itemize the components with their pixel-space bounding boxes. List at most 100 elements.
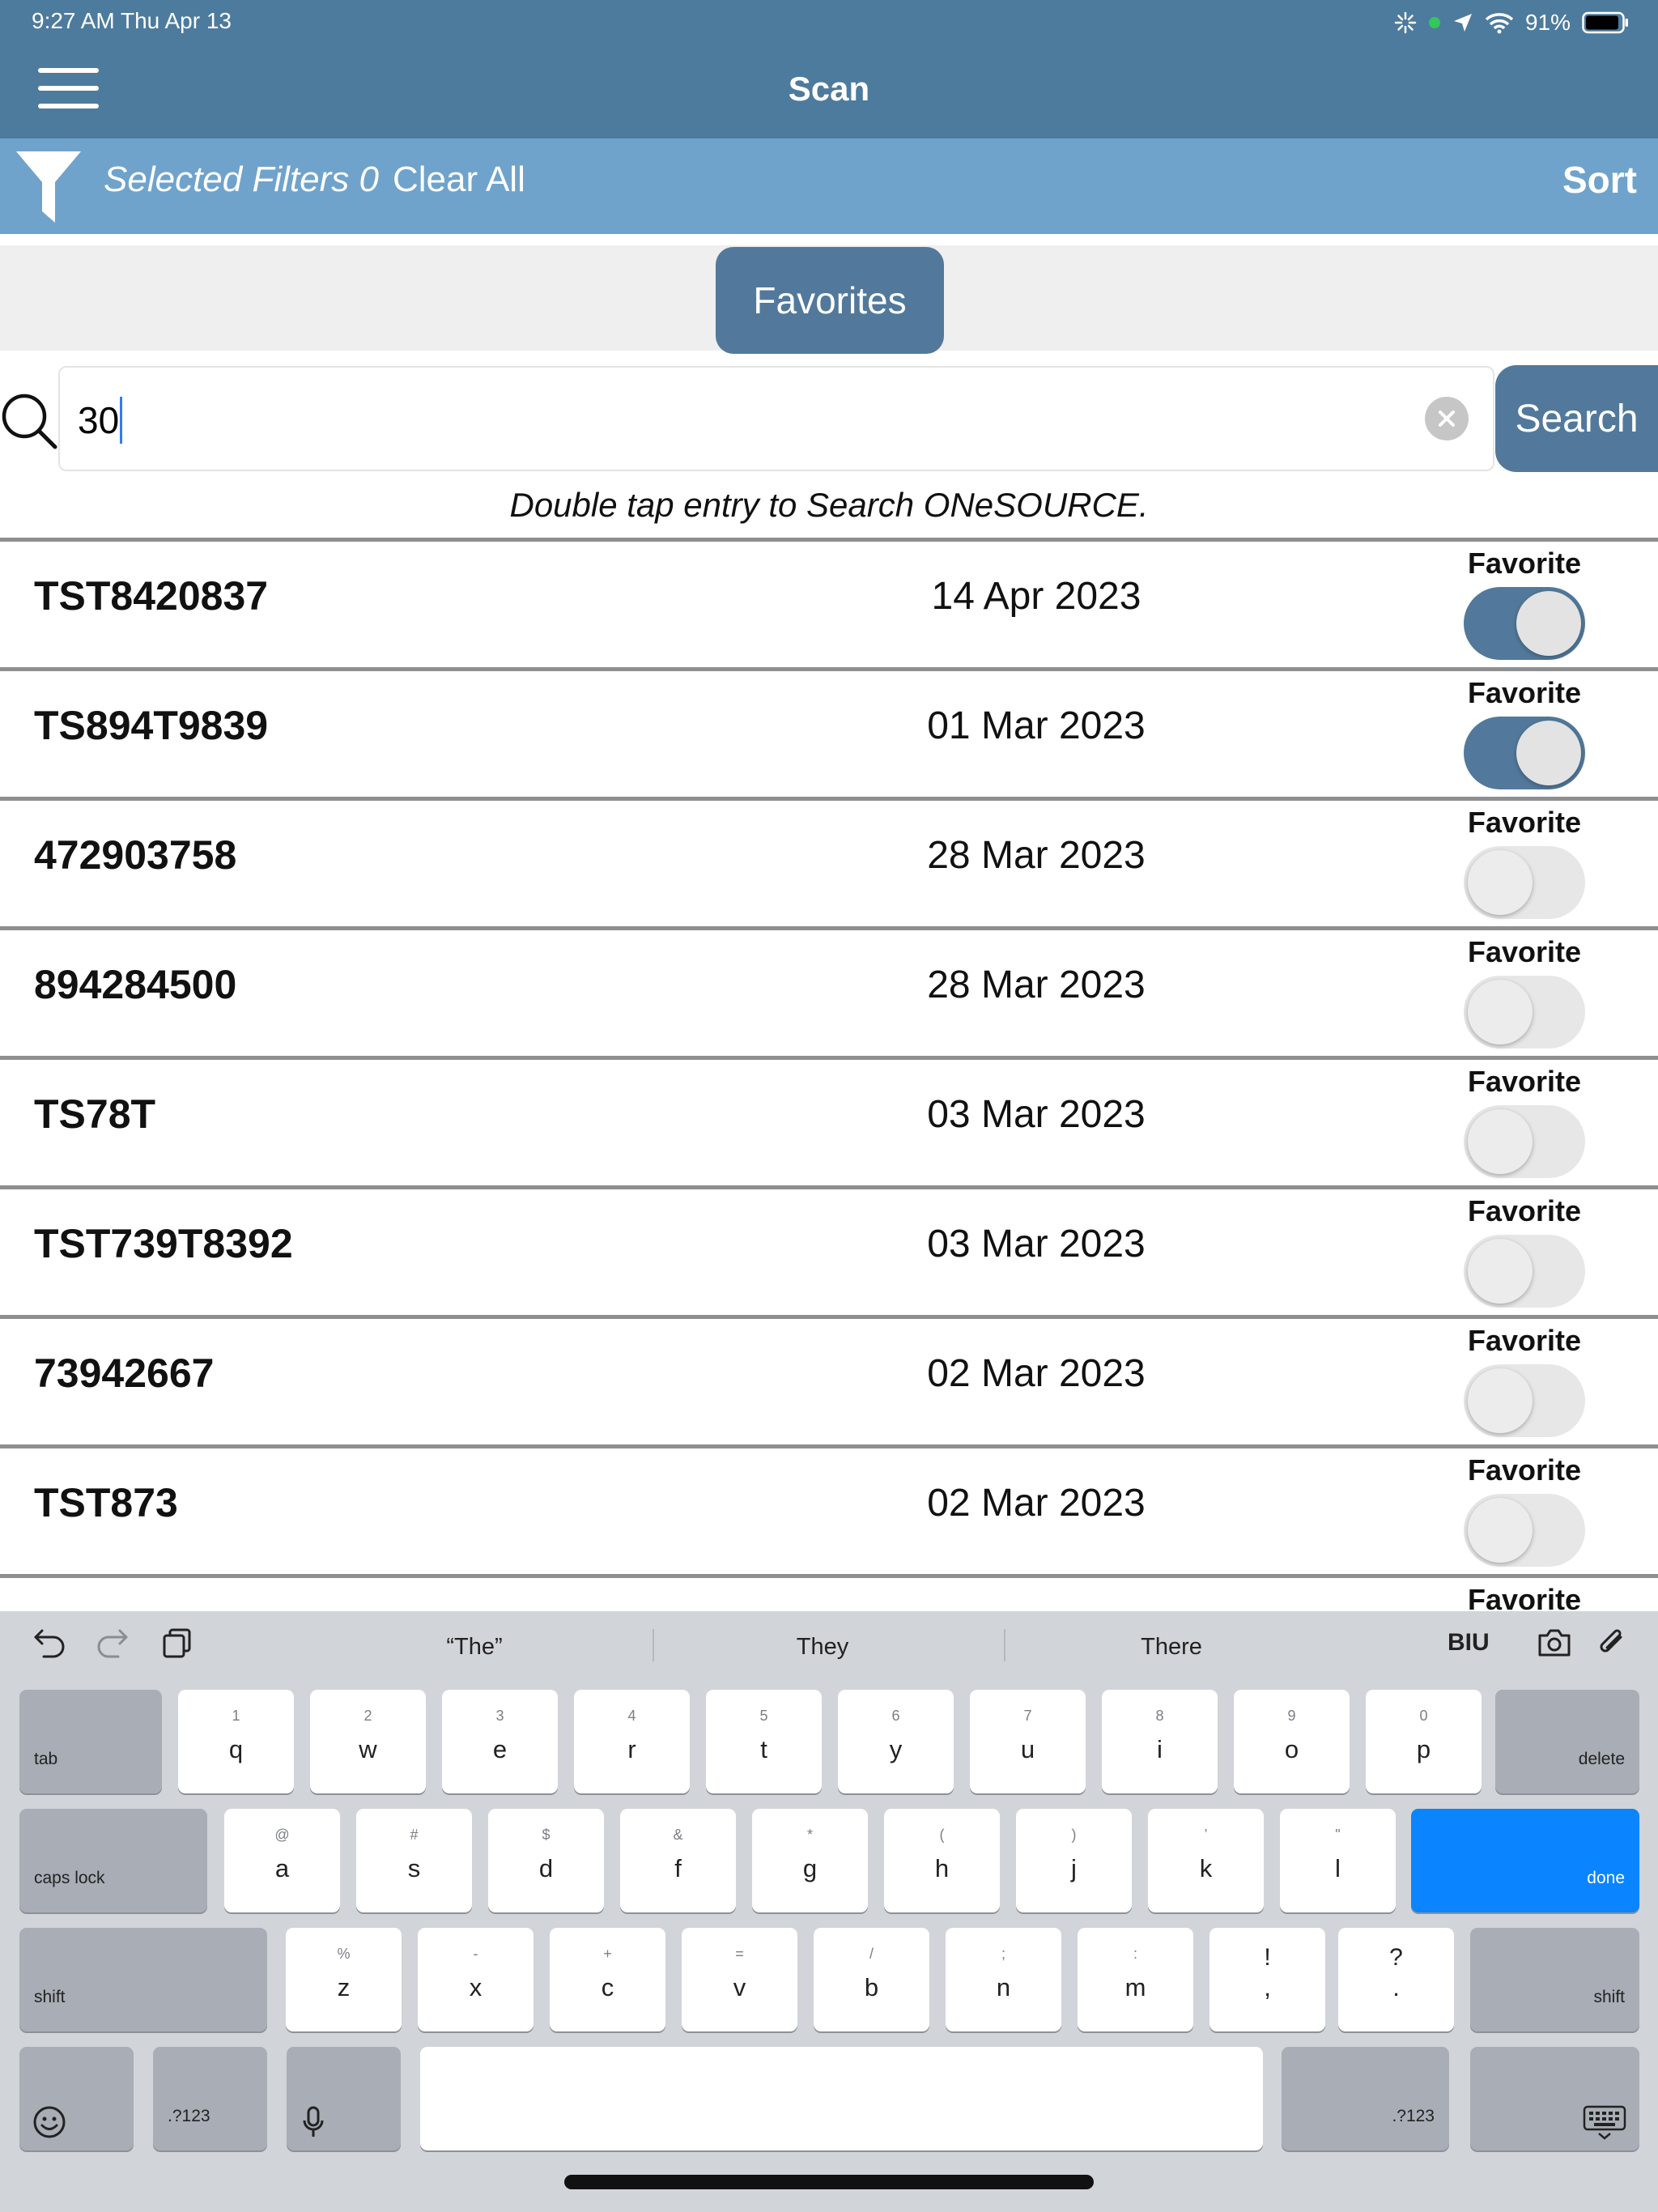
key-v[interactable]: = v bbox=[682, 1928, 797, 2031]
suggestion-item[interactable]: “The” bbox=[353, 1634, 596, 1661]
key-label: .?123 bbox=[168, 2107, 210, 2125]
favorite-toggle[interactable] bbox=[1464, 717, 1585, 789]
favorite-toggle[interactable] bbox=[1464, 1494, 1585, 1567]
key-a[interactable]: @ a bbox=[224, 1809, 340, 1912]
key-label: delete bbox=[1578, 1750, 1625, 1768]
item-id: TST739T8392 bbox=[34, 1221, 293, 1266]
list-item[interactable]: TS894T9839 01 Mar 2023 Favorite bbox=[0, 667, 1658, 797]
home-indicator[interactable] bbox=[564, 2175, 1094, 2189]
key-l[interactable]: " l bbox=[1280, 1809, 1396, 1912]
delete-key[interactable]: delete bbox=[1495, 1690, 1639, 1793]
shift-left-key[interactable]: shift bbox=[19, 1928, 267, 2031]
key-r[interactable]: 4r bbox=[574, 1690, 690, 1793]
key-label: shift bbox=[34, 1988, 66, 2006]
item-id: TS894T9839 bbox=[34, 703, 269, 748]
key-s[interactable]: # s bbox=[356, 1809, 472, 1912]
key-x[interactable]: -x bbox=[418, 1928, 534, 2031]
key-comma[interactable]: !, bbox=[1209, 1928, 1325, 2031]
key-q[interactable]: 1q bbox=[178, 1690, 294, 1793]
key-i[interactable]: 8i bbox=[1102, 1690, 1218, 1793]
key-f[interactable]: & f bbox=[620, 1809, 736, 1912]
key-label: g bbox=[802, 1854, 818, 1882]
key-alt-label: 4 bbox=[627, 1708, 636, 1724]
item-id: TS78T bbox=[34, 1091, 156, 1137]
clear-all-button[interactable]: Clear All bbox=[393, 160, 525, 200]
list-item[interactable]: TST873 02 Mar 2023 Favorite bbox=[0, 1444, 1658, 1574]
key-label: w bbox=[359, 1735, 377, 1763]
key-h[interactable]: (h bbox=[884, 1809, 1000, 1912]
list-item[interactable]: TST739T8392 03 Mar 2023 Favorite bbox=[0, 1185, 1658, 1315]
key-j[interactable]: ) j bbox=[1016, 1809, 1132, 1912]
hide-keyboard-key[interactable] bbox=[1470, 2047, 1639, 2150]
key-label: tab bbox=[34, 1750, 58, 1768]
key-y[interactable]: 6y bbox=[838, 1690, 954, 1793]
item-id: 472903758 bbox=[34, 832, 237, 878]
key-e[interactable]: 3e bbox=[442, 1690, 558, 1793]
list-item[interactable]: 894284500 28 Mar 2023 Favorite bbox=[0, 926, 1658, 1056]
key-alt-label: " bbox=[1335, 1827, 1341, 1843]
sort-button[interactable]: Sort bbox=[1562, 158, 1637, 202]
caps-lock-key[interactable]: caps lock bbox=[19, 1809, 207, 1912]
search-input[interactable] bbox=[78, 392, 1373, 449]
key-m[interactable]: :m bbox=[1078, 1928, 1193, 2031]
battery-icon bbox=[1582, 11, 1628, 34]
search-button[interactable]: Search bbox=[1495, 365, 1658, 472]
suggestion-item[interactable]: There bbox=[1050, 1634, 1293, 1661]
key-alt-label: & bbox=[673, 1827, 683, 1843]
funnel-filter-icon[interactable] bbox=[15, 150, 83, 224]
item-date: 03 Mar 2023 bbox=[927, 1223, 1146, 1266]
shift-right-key[interactable]: shift bbox=[1470, 1928, 1639, 2031]
key-b[interactable]: / b bbox=[814, 1928, 929, 2031]
battery-percent: 91% bbox=[1524, 10, 1571, 35]
key-p[interactable]: 0p bbox=[1366, 1690, 1482, 1793]
key-z[interactable]: % z bbox=[286, 1928, 402, 2031]
clear-search-icon[interactable] bbox=[1425, 397, 1469, 440]
space-key[interactable] bbox=[420, 2047, 1263, 2150]
key-t[interactable]: 5t bbox=[706, 1690, 822, 1793]
favorite-toggle[interactable] bbox=[1464, 976, 1585, 1049]
text-format-button[interactable]: BIU bbox=[1448, 1629, 1490, 1660]
dictation-key[interactable] bbox=[287, 2047, 401, 2150]
filter-bar: Selected Filters 0 Clear All Sort bbox=[0, 138, 1658, 234]
suggestion-item[interactable]: They bbox=[701, 1634, 944, 1661]
redo-icon[interactable] bbox=[96, 1627, 130, 1658]
emoji-key[interactable] bbox=[19, 2047, 134, 2150]
key-o[interactable]: 9o bbox=[1234, 1690, 1350, 1793]
list-item[interactable]: TST8420837 14 Apr 2023 Favorite bbox=[0, 538, 1658, 667]
key-k[interactable]: ’ k bbox=[1148, 1809, 1264, 1912]
numbers-key-left[interactable]: .?123 bbox=[153, 2047, 267, 2150]
list-item[interactable]: TS78T 03 Mar 2023 Favorite bbox=[0, 1056, 1658, 1185]
list-item[interactable]: 472903758 28 Mar 2023 Favorite bbox=[0, 797, 1658, 926]
key-g[interactable]: * g bbox=[752, 1809, 868, 1912]
key-period[interactable]: ?. bbox=[1338, 1928, 1454, 2031]
favorite-toggle[interactable] bbox=[1464, 1364, 1585, 1437]
key-c[interactable]: + c bbox=[550, 1928, 665, 2031]
favorite-toggle[interactable] bbox=[1464, 1235, 1585, 1308]
toggle-knob bbox=[1468, 1239, 1533, 1304]
key-w[interactable]: 2w bbox=[310, 1690, 426, 1793]
item-date: 02 Mar 2023 bbox=[927, 1352, 1146, 1395]
paperclip-icon[interactable] bbox=[1596, 1627, 1626, 1658]
favorite-toggle[interactable] bbox=[1464, 1105, 1585, 1178]
favorites-button[interactable]: Favorites bbox=[716, 247, 944, 354]
favorite-label: Favorite bbox=[1467, 1453, 1582, 1487]
key-u[interactable]: 7u bbox=[970, 1690, 1086, 1793]
favorite-label: Favorite bbox=[1467, 935, 1582, 968]
camera-icon[interactable] bbox=[1537, 1627, 1572, 1658]
undo-icon[interactable] bbox=[32, 1627, 66, 1658]
tab-key[interactable]: tab bbox=[19, 1690, 162, 1793]
key-d[interactable]: $ d bbox=[488, 1809, 604, 1912]
activity-spinner-icon bbox=[1394, 11, 1417, 34]
toggle-knob bbox=[1468, 980, 1533, 1044]
selected-filters-label: Selected Filters 0 bbox=[104, 160, 379, 199]
done-key[interactable]: done bbox=[1411, 1809, 1639, 1912]
favorite-toggle[interactable] bbox=[1464, 846, 1585, 919]
key-label: l bbox=[1335, 1854, 1341, 1882]
list-item[interactable]: 73942667 02 Mar 2023 Favorite bbox=[0, 1315, 1658, 1444]
key-n[interactable]: ; n bbox=[946, 1928, 1061, 2031]
search-field bbox=[58, 366, 1494, 471]
favorite-toggle[interactable] bbox=[1464, 587, 1585, 660]
numbers-key-right[interactable]: .?123 bbox=[1282, 2047, 1449, 2150]
paste-icon[interactable] bbox=[162, 1627, 193, 1658]
navigation-bar: 9:27 AM Thu Apr 13 91% Scan bbox=[0, 0, 1658, 138]
